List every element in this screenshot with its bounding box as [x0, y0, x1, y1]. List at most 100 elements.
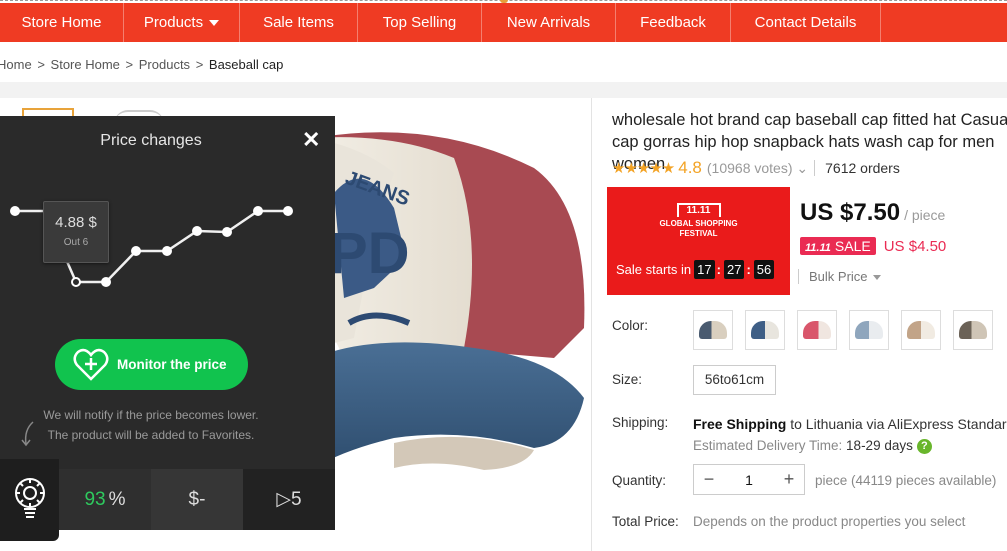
color-swatches	[693, 310, 1005, 350]
price-row: US $7.50/ piece	[800, 199, 945, 227]
monitor-price-label: Monitor the price	[117, 357, 227, 372]
curved-arrow-icon	[21, 421, 34, 447]
nav-label: Top Selling	[382, 14, 457, 31]
stat-views: ▷5	[243, 469, 335, 530]
price-point	[71, 277, 81, 287]
help-icon[interactable]: ?	[916, 438, 932, 454]
breadcrumb-separator: >	[125, 57, 134, 72]
orders-count: 7612 orders	[814, 160, 900, 176]
cap-thumbnail-icon	[699, 321, 727, 339]
gear-bulb-icon	[14, 478, 45, 518]
color-swatch[interactable]	[693, 310, 733, 350]
shipping-label: Shipping:	[612, 415, 669, 430]
price-point	[10, 206, 20, 216]
bulk-price-label: Bulk Price	[809, 269, 868, 284]
nav-top-selling[interactable]: Top Selling	[358, 3, 482, 42]
quantity-stepper: − 1 +	[693, 464, 805, 495]
nav-products[interactable]: Products	[124, 3, 240, 42]
total-price-value: Depends on the product properties you se…	[693, 514, 966, 529]
nav-label: Contact Details	[754, 14, 857, 31]
notify-text: We will notify if the price becomes lowe…	[0, 405, 302, 445]
nav-store-home[interactable]: Store Home	[0, 3, 124, 42]
cap-thumbnail-icon	[751, 321, 779, 339]
panel-title: Price changes	[100, 132, 202, 149]
price-point	[192, 226, 202, 236]
total-price-label: Total Price:	[612, 514, 679, 529]
rating-votes[interactable]: (10968 votes) ⌄	[707, 160, 808, 177]
rating-score: 4.8	[678, 158, 702, 177]
festival-logo-line1: GLOBAL SHOPPING	[659, 219, 738, 228]
sale-badge-label: SALE	[834, 238, 871, 254]
heart-plus-icon	[73, 348, 109, 381]
price-point	[222, 227, 232, 237]
nav-label: New Arrivals	[506, 14, 591, 31]
delivery-label: Estimated Delivery Time:	[693, 438, 847, 453]
cap-thumbnail-icon	[855, 321, 883, 339]
color-swatch[interactable]	[797, 310, 837, 350]
countdown-colon: :	[746, 262, 751, 277]
bulk-price-dropdown[interactable]: Bulk Price	[798, 269, 881, 284]
tooltip-value: 4.88 $	[55, 214, 97, 231]
countdown-seconds: 56	[753, 260, 775, 279]
delivery-estimate: Estimated Delivery Time: 18-29 days?	[693, 438, 932, 454]
shipping-destination: to Lithuania via AliExpress Standard Shi…	[790, 416, 1007, 432]
monitor-price-button[interactable]: Monitor the price	[55, 339, 248, 390]
chevron-down-icon	[209, 20, 220, 27]
color-swatch[interactable]	[745, 310, 785, 350]
color-label: Color:	[612, 318, 649, 333]
svg-text:PD: PD	[329, 221, 410, 286]
nav-feedback[interactable]: Feedback	[616, 3, 731, 42]
nav-contact-details[interactable]: Contact Details	[731, 3, 881, 42]
price-point	[131, 246, 141, 256]
rating-row: ★★★★★ 4.8 (10968 votes) ⌄ 7612 orders	[612, 158, 900, 178]
price-tooltip: 4.88 $ Out 6	[43, 201, 109, 263]
sale-badge-prefix: 11.11	[805, 242, 831, 254]
notify-line1: We will notify if the price becomes lowe…	[43, 408, 259, 422]
close-icon[interactable]: ✕	[302, 127, 320, 153]
breadcrumb-store-home[interactable]: Store Home	[51, 57, 120, 72]
price-point	[253, 206, 263, 216]
breadcrumb-separator: >	[37, 57, 45, 72]
cap-thumbnail-icon	[907, 321, 935, 339]
color-swatch[interactable]	[901, 310, 941, 350]
shipping-info[interactable]: Free Shipping to Lithuania via AliExpres…	[693, 416, 1007, 432]
breadcrumb-current: Baseball cap	[208, 57, 284, 72]
delivery-days: 18-29 days	[846, 438, 913, 453]
price-unit: / piece	[904, 207, 946, 223]
sale-starts-label: Sale starts in	[616, 262, 692, 277]
chevron-down-icon: ⌄	[796, 159, 809, 176]
price-point	[162, 246, 172, 256]
quantity-decrease-button[interactable]: −	[694, 469, 724, 490]
countdown-minutes: 27	[723, 260, 745, 279]
stat-percent-sign: %	[108, 488, 126, 510]
nav-sale-items[interactable]: Sale Items	[240, 3, 358, 42]
settings-bulb-button[interactable]	[0, 459, 59, 541]
price-point	[101, 277, 111, 287]
notify-line2: The product will be added to Favorites.	[47, 428, 255, 442]
size-option[interactable]: 56to61cm	[693, 365, 776, 395]
quantity-input[interactable]: 1	[724, 472, 774, 488]
price-value: US $7.50	[800, 199, 901, 226]
countdown-colon: :	[716, 262, 721, 277]
chevron-down-icon	[872, 275, 881, 281]
countdown-hours: 17	[694, 260, 715, 279]
page: Store Home Products Sale Items Top Selli…	[0, 0, 1007, 551]
festival-logo: 11.11 GLOBAL SHOPPING FESTIVAL	[607, 203, 790, 239]
color-swatch[interactable]	[953, 310, 993, 350]
breadcrumb: Home > Store Home > Products > Baseball …	[0, 57, 283, 72]
cap-thumbnail-icon	[803, 321, 831, 339]
price-point	[283, 206, 293, 216]
nav-label: Store Home	[21, 14, 102, 31]
quantity-label: Quantity:	[612, 473, 667, 488]
breadcrumb-home[interactable]: Home	[0, 57, 32, 72]
nav-label: Products	[143, 14, 204, 31]
stat-price-diff: $-	[151, 469, 243, 530]
breadcrumb-products[interactable]: Products	[139, 57, 190, 72]
tooltip-date: Out 6	[63, 237, 89, 248]
quantity-available: piece (44119 pieces available)	[815, 473, 997, 488]
color-swatch[interactable]	[849, 310, 889, 350]
quantity-increase-button[interactable]: +	[774, 469, 804, 490]
rating-stars-icon: ★★★★★	[612, 160, 675, 177]
stat-percent-value: 93	[84, 488, 106, 510]
nav-new-arrivals[interactable]: New Arrivals	[482, 3, 616, 42]
